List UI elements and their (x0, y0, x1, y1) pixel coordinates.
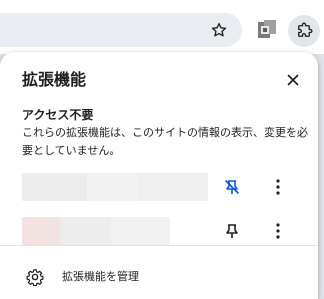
manage-extensions-button[interactable]: 拡張機能を管理 (14, 262, 304, 292)
manage-extensions-label: 拡張機能を管理 (62, 270, 139, 283)
more-vert-icon (276, 179, 280, 195)
address-bar[interactable] (0, 13, 242, 47)
popup-title: 拡張機能 (22, 70, 87, 89)
section-heading: アクセス不要 (22, 108, 94, 122)
extension-row[interactable] (22, 173, 302, 201)
extension-name-redacted (22, 217, 170, 245)
extension-row[interactable] (22, 217, 302, 245)
gear-icon (26, 269, 44, 286)
extensions-menu-button[interactable] (288, 15, 320, 47)
extension-logo-icon[interactable] (258, 20, 276, 40)
extension-name-redacted (22, 173, 208, 201)
more-options-button[interactable] (268, 177, 288, 197)
more-vert-icon (276, 223, 280, 239)
browser-toolbar (0, 0, 324, 54)
pin-icon (226, 224, 238, 238)
section-description: これらの拡張機能は、このサイトの情報の表示、変更を必要としていません。 (22, 126, 308, 157)
more-options-button[interactable] (268, 221, 288, 241)
puzzle-icon (298, 22, 313, 37)
unpin-button[interactable] (222, 177, 242, 197)
pin-button[interactable] (222, 221, 242, 241)
close-button[interactable] (283, 70, 303, 90)
pin-off-icon (225, 180, 239, 194)
divider (0, 245, 318, 246)
close-icon (287, 74, 299, 86)
extensions-popup: 拡張機能 アクセス不要 これらの拡張機能は、このサイトの情報の表示、変更を必要と… (0, 52, 318, 299)
bookmark-star-icon[interactable] (210, 21, 228, 39)
